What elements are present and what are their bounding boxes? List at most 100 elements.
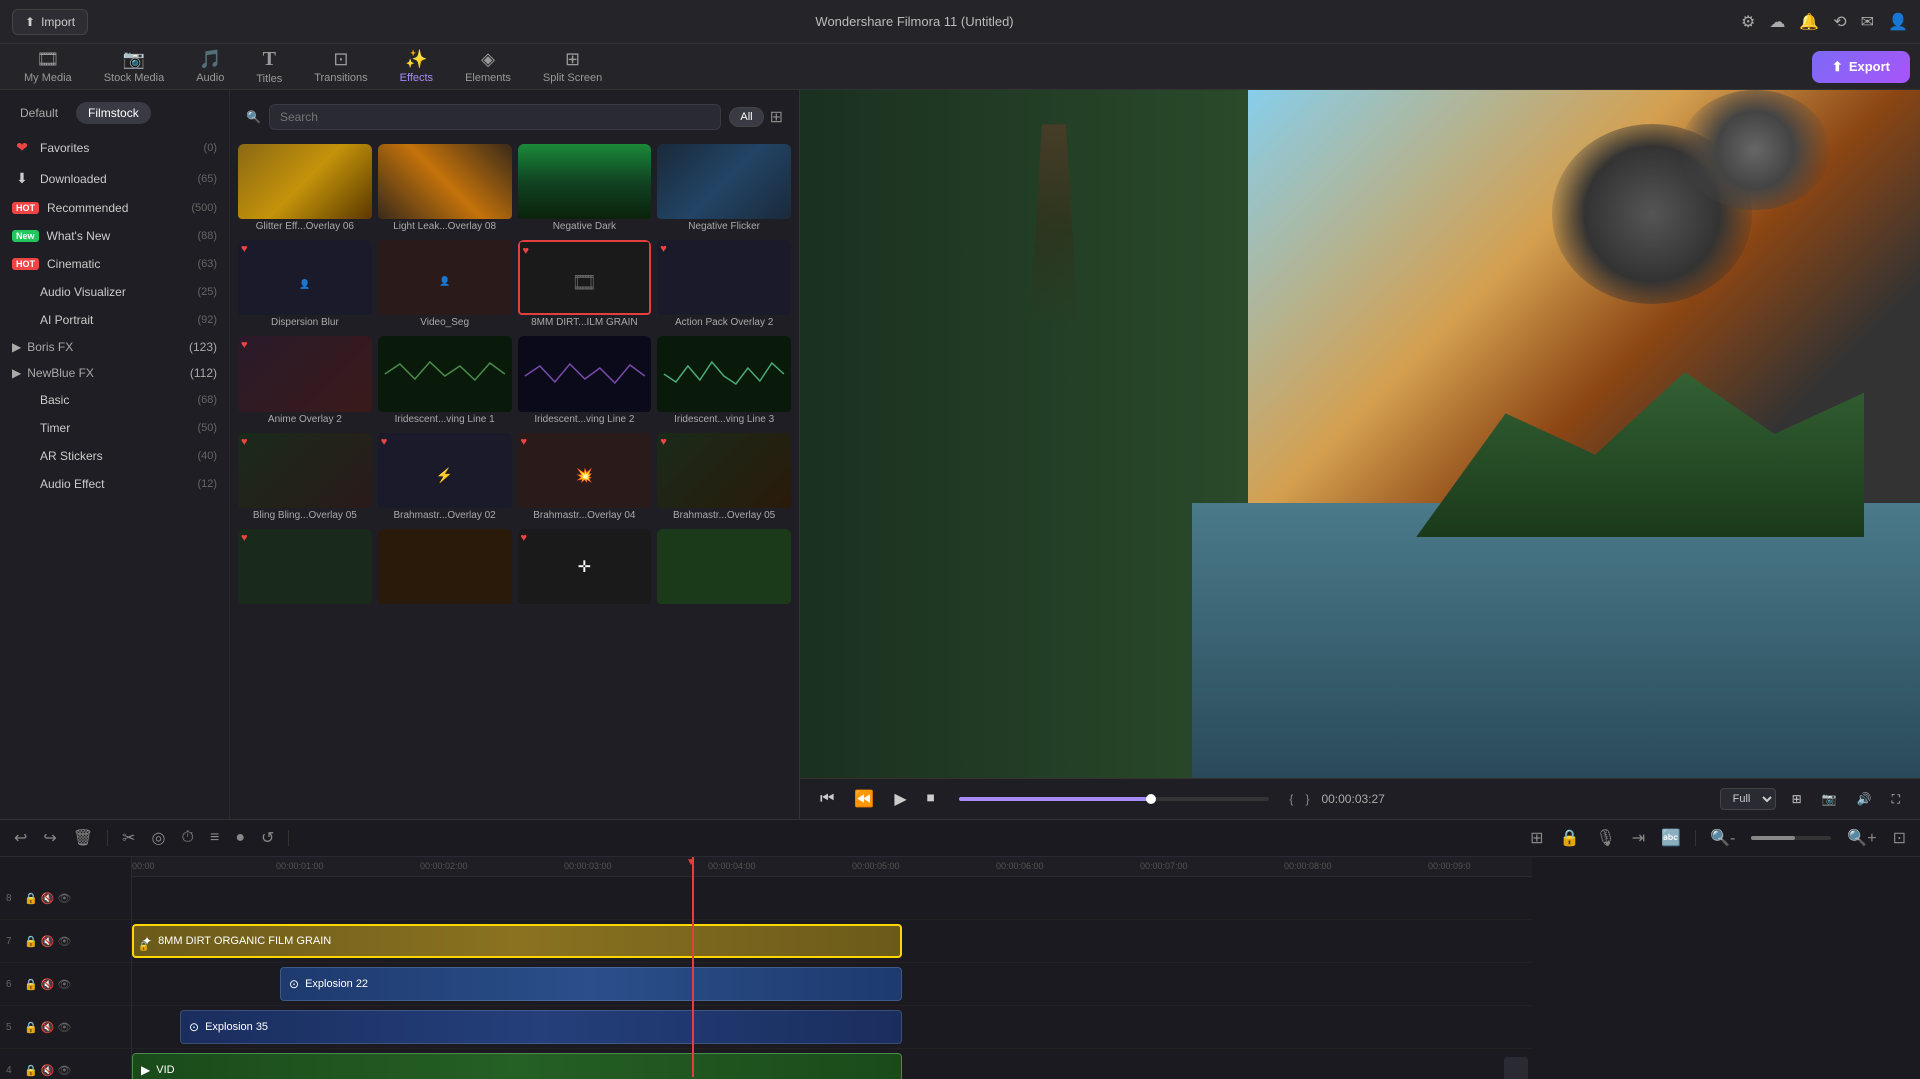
effect-iridescent-2[interactable]: Iridescent...ving Line 2 [518,336,652,426]
record-button[interactable]: ● [231,827,249,849]
zoom-in-button[interactable]: 🔍+ [1843,826,1880,850]
sidebar-item-basic[interactable]: Basic (68) [0,386,229,414]
tl-extra-3[interactable]: 🎙 [1591,826,1619,850]
effect-glitter-06[interactable]: Glitter Eff...Overlay 06 [238,144,372,234]
tab-audio[interactable]: 🎵 Audio [182,45,238,88]
visibility-icon[interactable]: 👁 [57,1064,71,1077]
effect-dispersion-blur[interactable]: ♥ 👤 Dispersion Blur [238,240,372,330]
zoom-slider[interactable] [1751,836,1831,840]
visibility-icon[interactable]: 👁 [57,978,71,991]
tl-extra-1[interactable]: ⊞ [1526,826,1547,850]
stop-button[interactable]: ⏹ [923,786,939,812]
sidebar-item-audio-effect[interactable]: Audio Effect (12) [0,470,229,498]
visibility-icon[interactable]: 👁 [57,1021,71,1034]
sidebar-item-audio-visualizer[interactable]: Audio Visualizer (25) [0,278,229,306]
clip-vid[interactable]: ▶ VID [132,1053,902,1079]
sidebar-item-ai-portrait[interactable]: AI Portrait (92) [0,306,229,334]
effect-unknown-b[interactable] [378,529,512,608]
effect-brahmastr-02[interactable]: ♥ ⚡ Brahmastr...Overlay 02 [378,433,512,523]
effect-anime-overlay-2[interactable]: ♥ Anime Overlay 2 [238,336,372,426]
tab-titles[interactable]: T Titles [242,44,296,89]
sidebar-item-favorites[interactable]: ❤ Favorites (0) [0,132,229,163]
effect-video-seg[interactable]: 👤 Video_Seg [378,240,512,330]
play-button[interactable]: ▶ [890,785,910,813]
step-back-button[interactable]: ⏪ [850,785,878,813]
clip-explosion-22[interactable]: ⊙ Explosion 22 [280,967,902,1001]
tab-transitions[interactable]: ⊡ Transitions [300,45,381,88]
fullscreen-button[interactable]: ⛶ [1888,788,1904,811]
effect-light-leak-08[interactable]: Light Leak...Overlay 08 [378,144,512,234]
clip-8mm-grain[interactable]: ✦ 8MM DIRT ORGANIC FILM GRAIN 🔒 [132,924,902,958]
volume-button[interactable]: 🔊 [1853,788,1876,810]
split-button[interactable]: ≡ [206,827,223,849]
lock-icon[interactable]: 🔒 [24,978,38,991]
sidebar-item-timer[interactable]: Timer (50) [0,414,229,442]
tab-split-screen[interactable]: ⊞ Split Screen [529,45,616,88]
mail-icon[interactable]: ✉ [1861,12,1874,32]
mute-audio-icon[interactable]: 🔇 [41,1064,55,1077]
effect-brahmastr-05[interactable]: ♥ Brahmastr...Overlay 05 [657,433,791,523]
effect-brahmastr-04[interactable]: ♥ 💥 Brahmastr...Overlay 04 [518,433,652,523]
undo-button[interactable]: ↩ [10,826,31,850]
clip-explosion-35-track5[interactable]: ⊙ Explosion 35 [180,1010,902,1044]
sidebar-item-boris-fx[interactable]: ▶ Boris FX (123) [0,334,229,360]
undo-icon[interactable]: ⟲ [1833,12,1846,32]
progress-bar[interactable] [959,797,1270,801]
quality-select[interactable]: Full 1/2 1/4 [1720,788,1776,810]
mute-audio-icon[interactable]: 🔇 [41,892,55,905]
notification-icon[interactable]: 🔔 [1799,12,1819,32]
mute-audio-icon[interactable]: 🔇 [41,978,55,991]
effect-unknown-d[interactable] [657,529,791,608]
sidebar-item-cinematic[interactable]: HOT Cinematic (63) [0,250,229,278]
rotate-button[interactable]: ↺ [257,826,278,850]
skip-back-button[interactable]: ⏮ [816,786,838,812]
profile-icon[interactable]: 👤 [1888,12,1908,32]
redo-button[interactable]: ↪ [39,826,60,850]
tab-stock-media[interactable]: 📷 Stock Media [90,45,179,88]
cut-button[interactable]: ✂ [118,826,139,850]
settings-icon[interactable]: ⚙ [1741,12,1755,32]
sidebar-tab-default[interactable]: Default [8,102,70,124]
screenshot-button[interactable]: 📷 [1818,788,1841,810]
effect-bling-05[interactable]: ♥ Bling Bling...Overlay 05 [238,433,372,523]
tab-effects[interactable]: ✨ Effects [386,45,447,88]
grid-view-icon[interactable]: ⊞ [770,107,783,127]
delete-button[interactable]: 🗑 [69,826,97,850]
cloud-icon[interactable]: ☁ [1769,12,1785,32]
tl-extra-5[interactable]: 🔤 [1657,826,1685,850]
import-button[interactable]: ⬆ Import [12,9,88,35]
sidebar-item-whats-new[interactable]: New What's New (88) [0,222,229,250]
effect-iridescent-3[interactable]: Iridescent...ving Line 3 [657,336,791,426]
lock-icon[interactable]: 🔒 [24,935,38,948]
effect-negative-dark[interactable]: Negative Dark [518,144,652,234]
sidebar-item-ar-stickers[interactable]: AR Stickers (40) [0,442,229,470]
tl-extra-2[interactable]: 🔒 [1556,826,1584,850]
tab-elements[interactable]: ◈ Elements [451,45,525,88]
preview-crop-button[interactable]: ⊞ [1788,788,1806,810]
effect-iridescent-1[interactable]: Iridescent...ving Line 1 [378,336,512,426]
sidebar-tab-filmstock[interactable]: Filmstock [76,102,151,124]
effect-unknown-a[interactable]: ♥ [238,529,372,608]
zoom-out-button[interactable]: 🔍- [1706,826,1739,850]
lock-icon[interactable]: 🔒 [24,892,38,905]
mute-audio-icon[interactable]: 🔇 [41,1021,55,1034]
visibility-icon[interactable]: 👁 [57,935,71,948]
effect-negative-flicker[interactable]: Negative Flicker [657,144,791,234]
sidebar-item-downloaded[interactable]: ⬇ Downloaded (65) [0,163,229,194]
effect-8mm-dirt[interactable]: ♥ 🎞 8MM DIRT...ILM GRAIN [518,240,652,330]
tl-extra-4[interactable]: ⇥ [1628,826,1649,850]
effect-action-pack-2[interactable]: ♥ Action Pack Overlay 2 [657,240,791,330]
sidebar-item-recommended[interactable]: HOT Recommended (500) [0,194,229,222]
fit-button[interactable]: ⊡ [1889,826,1910,850]
effect-unknown-c[interactable]: ♥ ✛ [518,529,652,608]
speed-button[interactable]: ⏱ [178,827,198,849]
export-button[interactable]: ⬆ Export [1812,51,1910,83]
mute-audio-icon[interactable]: 🔇 [41,935,55,948]
lock-icon[interactable]: 🔒 [24,1021,38,1034]
sidebar-item-newblue-fx[interactable]: ▶ NewBlue FX (112) [0,360,229,386]
tab-my-media[interactable]: 🎞 My Media [10,45,86,88]
visibility-icon[interactable]: 👁 [57,892,71,905]
search-input[interactable] [269,104,721,130]
crop-button[interactable]: ◎ [148,826,170,850]
filter-all[interactable]: All [729,107,763,127]
